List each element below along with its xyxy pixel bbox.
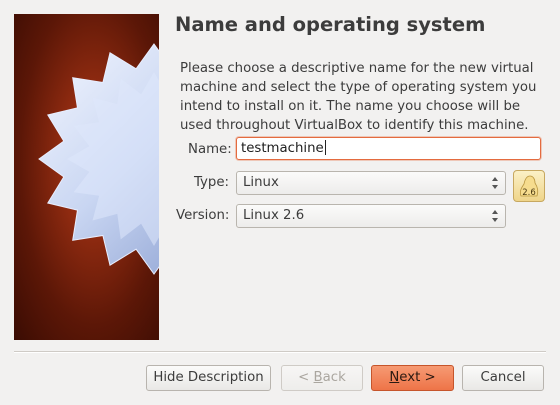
back-button[interactable]: < Back — [281, 365, 363, 391]
cancel-button[interactable]: Cancel — [462, 365, 544, 391]
starburst-icon — [38, 43, 159, 275]
version-combo[interactable]: Linux 2.6 — [236, 204, 506, 228]
type-combo[interactable]: Linux — [236, 171, 506, 195]
button-separator — [14, 351, 546, 353]
back-button-prefix: < — [298, 370, 314, 385]
hide-description-button[interactable]: Hide Description — [146, 365, 271, 391]
wizard-watermark-image — [14, 14, 159, 340]
next-button-mnemonic: N — [389, 370, 400, 385]
next-button-rest: ext > — [399, 370, 436, 385]
os-type-icon: 2.6 — [513, 170, 545, 202]
page-description: Please choose a descriptive name for the… — [180, 61, 537, 133]
text-caret — [324, 140, 326, 155]
type-combo-value: Linux — [243, 175, 279, 190]
version-label: Version: — [176, 208, 230, 223]
next-button[interactable]: Next > — [371, 365, 454, 391]
page-title: Name and operating system — [175, 13, 486, 36]
up-down-arrows-icon — [492, 177, 498, 189]
version-combo-value: Linux 2.6 — [243, 208, 305, 223]
name-label: Name: — [188, 142, 232, 157]
type-label: Type: — [194, 175, 230, 190]
linux-2-6-icon: 2.6 — [519, 175, 539, 198]
os-badge-text: 2.6 — [522, 188, 536, 198]
back-button-rest: ack — [322, 370, 346, 385]
name-input-value: testmachine — [241, 141, 324, 156]
back-button-mnemonic: B — [313, 370, 323, 385]
up-down-arrows-icon — [492, 210, 498, 222]
name-input[interactable]: testmachine — [236, 137, 541, 160]
